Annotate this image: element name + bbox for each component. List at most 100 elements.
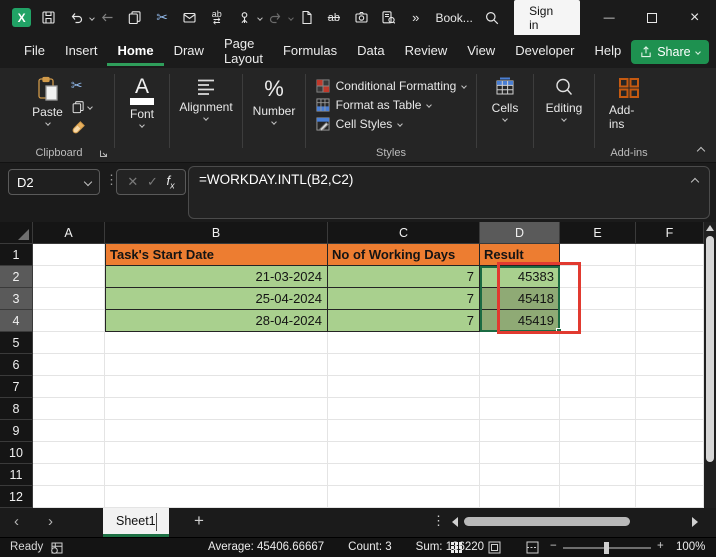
cell-B7[interactable] — [105, 376, 328, 398]
tab-help[interactable]: Help — [584, 37, 631, 66]
cell-F12[interactable] — [636, 486, 704, 508]
touch-mode-dropdown-icon[interactable] — [257, 15, 263, 21]
cell-A11[interactable] — [33, 464, 105, 486]
cell-C10[interactable] — [328, 442, 480, 464]
horizontal-scroll-thumb[interactable] — [464, 517, 630, 526]
macro-record-icon[interactable] — [50, 541, 64, 555]
cells-button[interactable]: Cells — [486, 74, 525, 123]
cell-A6[interactable] — [33, 354, 105, 376]
cell-C5[interactable] — [328, 332, 480, 354]
cell-E6[interactable] — [560, 354, 636, 376]
zoom-slider-thumb[interactable] — [604, 542, 609, 554]
cell-E3[interactable] — [560, 288, 636, 310]
clipboard-dialog-launcher-icon[interactable] — [99, 149, 108, 158]
column-header-D[interactable]: D — [480, 222, 560, 244]
page-layout-view-icon[interactable] — [488, 541, 501, 554]
sheet-tab-sheet1[interactable]: Sheet1 — [103, 508, 169, 537]
cell-A9[interactable] — [33, 420, 105, 442]
cell-A7[interactable] — [33, 376, 105, 398]
row-header-3[interactable]: 3 — [0, 288, 33, 310]
column-header-C[interactable]: C — [328, 222, 480, 244]
back-icon[interactable] — [96, 6, 119, 30]
cell-C12[interactable] — [328, 486, 480, 508]
tab-file[interactable]: File — [14, 37, 55, 66]
tab-developer[interactable]: Developer — [505, 37, 584, 66]
cell-styles-button[interactable]: Cell Styles — [316, 117, 467, 131]
tab-formulas[interactable]: Formulas — [273, 37, 347, 66]
cell-F9[interactable] — [636, 420, 704, 442]
row-header-11[interactable]: 11 — [0, 464, 33, 486]
close-button[interactable]: × — [673, 0, 716, 35]
cell-B2[interactable]: 21-03-2024 — [105, 266, 328, 288]
cell-B8[interactable] — [105, 398, 328, 420]
cell-F8[interactable] — [636, 398, 704, 420]
hscroll-left-icon[interactable] — [452, 517, 458, 527]
cell-D5[interactable] — [480, 332, 560, 354]
cell-D3[interactable]: 45418 — [480, 288, 560, 310]
cell-B12[interactable] — [105, 486, 328, 508]
cell-C7[interactable] — [328, 376, 480, 398]
cell-D2[interactable]: 45383 — [480, 266, 560, 288]
strikethrough-icon[interactable]: ab — [322, 6, 345, 30]
cell-C6[interactable] — [328, 354, 480, 376]
row-header-5[interactable]: 5 — [0, 332, 33, 354]
hscroll-right-icon[interactable] — [692, 517, 698, 527]
tab-insert[interactable]: Insert — [55, 37, 108, 66]
new-file-icon[interactable] — [295, 6, 318, 30]
tab-review[interactable]: Review — [395, 37, 458, 66]
column-header-E[interactable]: E — [560, 222, 636, 244]
copy-icon[interactable] — [123, 6, 146, 30]
page-break-view-icon[interactable] — [526, 541, 539, 554]
cut-button[interactable]: ✂ — [71, 78, 92, 93]
cell-F6[interactable] — [636, 354, 704, 376]
cell-E12[interactable] — [560, 486, 636, 508]
undo-icon[interactable] — [65, 6, 88, 30]
cell-C3[interactable]: 7 — [328, 288, 480, 310]
cell-E10[interactable] — [560, 442, 636, 464]
format-painter-button[interactable] — [71, 120, 92, 135]
scroll-up-icon[interactable] — [706, 225, 714, 231]
cell-C4[interactable]: 7 — [328, 310, 480, 332]
paste-button[interactable]: Paste — [26, 74, 69, 127]
tab-page-layout[interactable]: Page Layout — [214, 30, 273, 74]
column-header-A[interactable]: A — [33, 222, 105, 244]
row-header-9[interactable]: 9 — [0, 420, 33, 442]
cell-C1[interactable]: No of Working Days — [328, 244, 480, 266]
undo-dropdown-icon[interactable] — [89, 15, 95, 21]
tab-draw[interactable]: Draw — [164, 37, 214, 66]
row-header-7[interactable]: 7 — [0, 376, 33, 398]
cell-E5[interactable] — [560, 332, 636, 354]
cell-D8[interactable] — [480, 398, 560, 420]
cell-C2[interactable]: 7 — [328, 266, 480, 288]
row-header-4[interactable]: 4 — [0, 310, 33, 332]
column-header-B[interactable]: B — [105, 222, 328, 244]
translate-icon[interactable]: ab⇄ — [205, 6, 228, 30]
cell-B1[interactable]: Task's Start Date — [105, 244, 328, 266]
conditional-formatting-button[interactable]: Conditional Formatting — [316, 79, 467, 93]
format-as-table-button[interactable]: Format as Table — [316, 98, 467, 112]
cell-F11[interactable] — [636, 464, 704, 486]
touch-mode-icon[interactable] — [232, 6, 255, 30]
row-header-6[interactable]: 6 — [0, 354, 33, 376]
cut-icon[interactable]: ✂ — [150, 6, 173, 30]
cell-B5[interactable] — [105, 332, 328, 354]
insert-function-icon[interactable]: fx — [167, 173, 175, 191]
cell-D10[interactable] — [480, 442, 560, 464]
row-header-1[interactable]: 1 — [0, 244, 33, 266]
cell-A2[interactable] — [33, 266, 105, 288]
cell-D4[interactable]: 45419 — [480, 310, 560, 332]
cell-B3[interactable]: 25-04-2024 — [105, 288, 328, 310]
tab-view[interactable]: View — [457, 37, 505, 66]
sign-in-button[interactable]: Sign in — [514, 0, 580, 36]
cell-D7[interactable] — [480, 376, 560, 398]
share-button[interactable]: Share — [631, 40, 708, 64]
cell-F2[interactable] — [636, 266, 704, 288]
next-sheet-icon[interactable]: › — [48, 514, 53, 530]
normal-view-icon[interactable] — [450, 541, 463, 554]
vertical-scrollbar[interactable] — [704, 222, 716, 508]
cell-C11[interactable] — [328, 464, 480, 486]
cell-B9[interactable] — [105, 420, 328, 442]
cell-A12[interactable] — [33, 486, 105, 508]
collapse-ribbon-icon[interactable] — [697, 147, 705, 155]
cell-C9[interactable] — [328, 420, 480, 442]
